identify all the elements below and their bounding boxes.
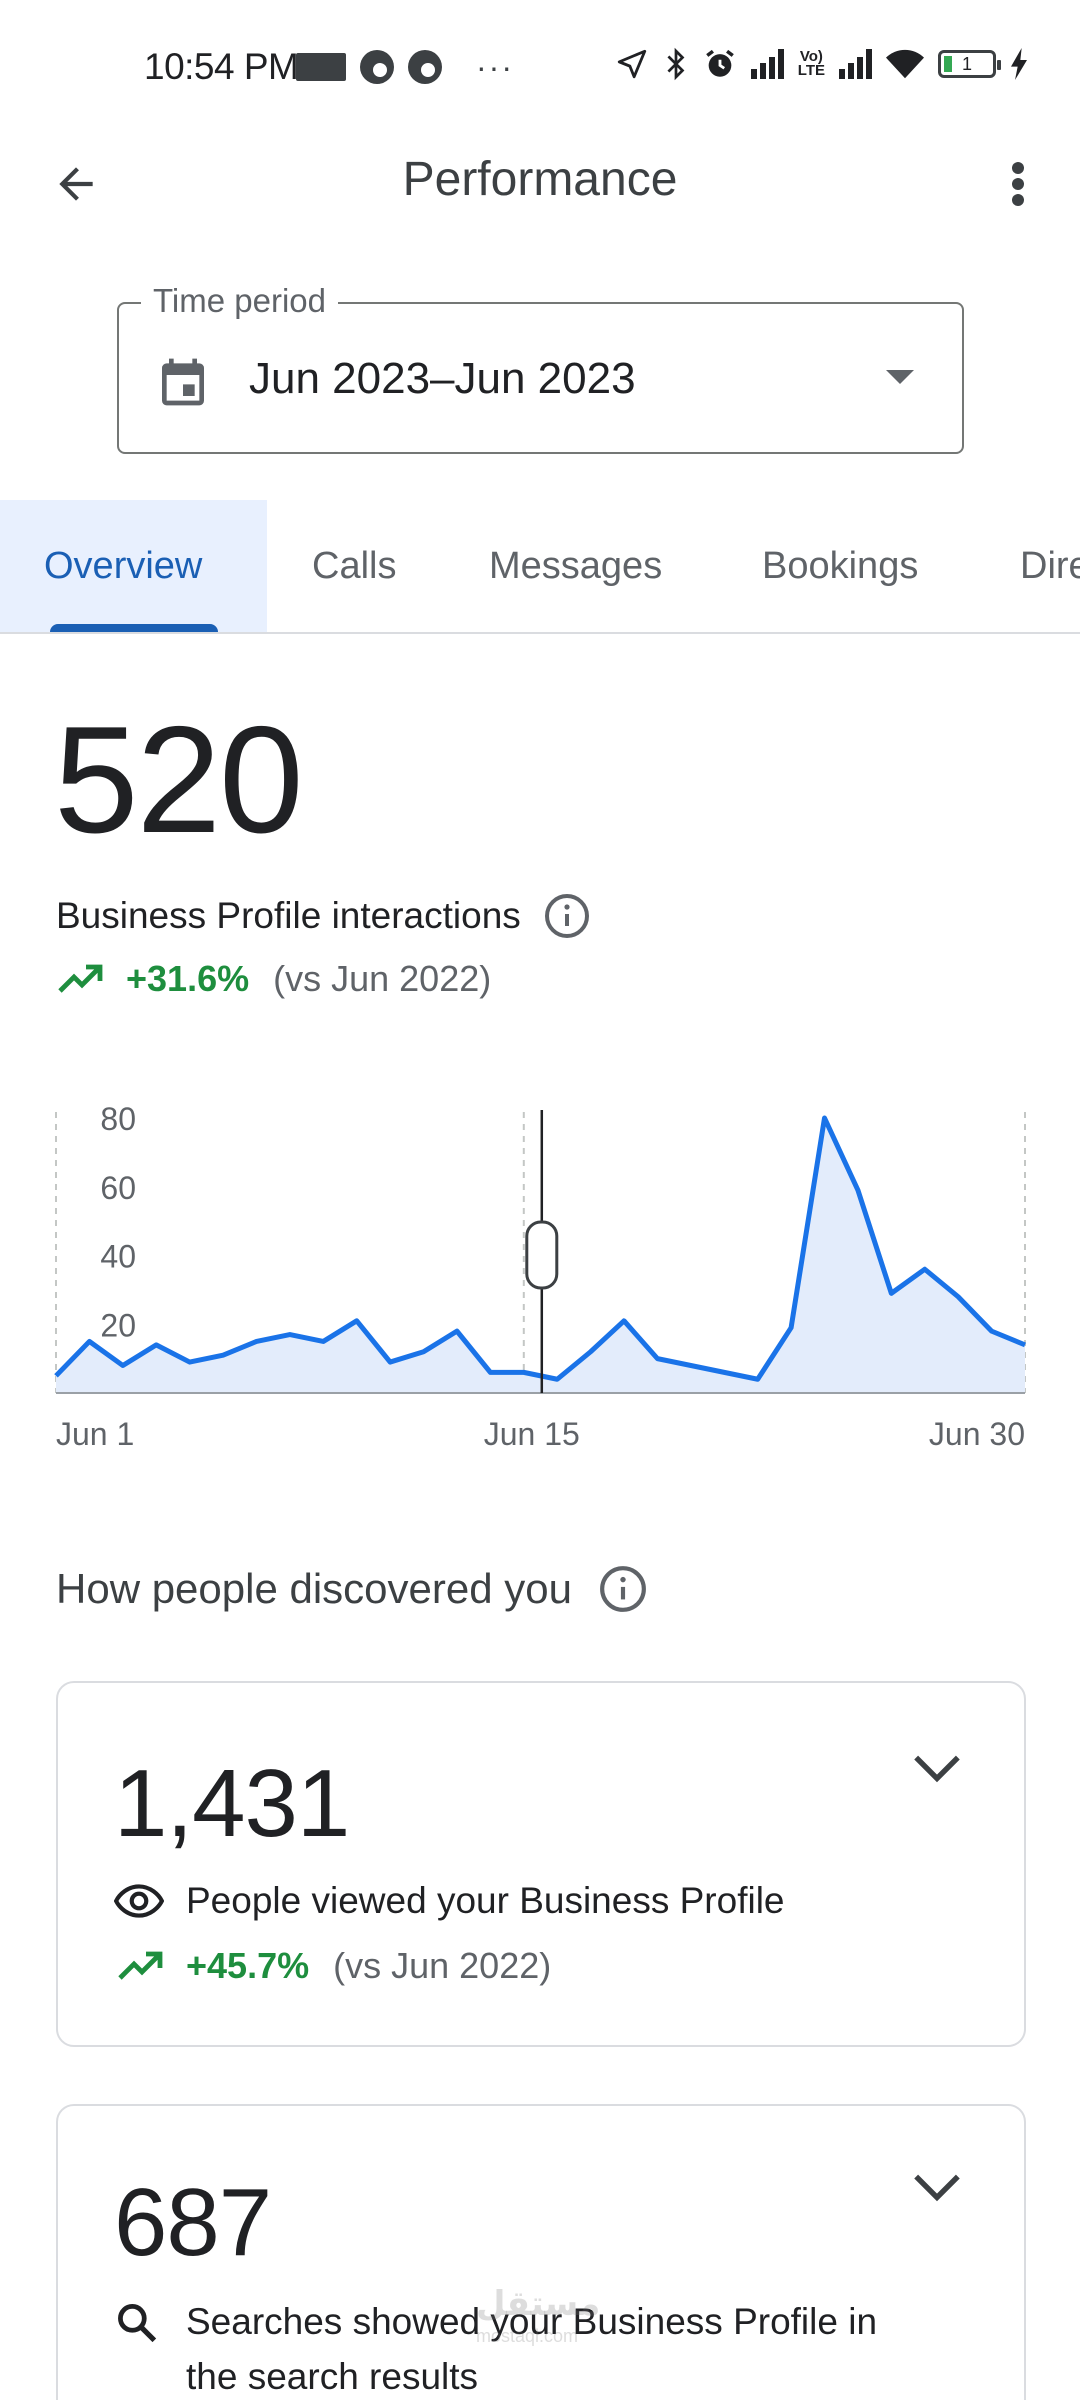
signal-icon-2 [839,49,872,79]
search-appearances-count: 687 [114,2169,272,2276]
tab-overview[interactable]: Overview [0,500,267,632]
charging-icon [1011,48,1027,80]
profile-views-count: 1,431 [114,1750,350,1857]
interactions-chart[interactable]: 20 40 60 80 Jun 1 Jun 15 Jun 30 [0,1080,1080,1480]
expand-chevron-icon[interactable] [912,2170,962,2204]
status-bar: 10:54 PM ··· Vo) LTE 1 [0,0,1080,130]
chrome-notification-icon-2 [408,50,442,84]
watermark-url: mostaql.com [476,2326,579,2346]
profile-views-card[interactable]: 1,431 People viewed your Business Profil… [56,1681,1026,2047]
page-title: Performance [402,153,678,206]
chart-ytick-label: 20 [100,1307,136,1343]
chart-scrubber-handle [525,1220,559,1290]
profile-views-trend: +45.7% (vs Jun 2022) [118,1945,551,1987]
chart-ytick-label: 40 [100,1239,136,1275]
profile-views-label-row: People viewed your Business Profile [114,1873,785,1928]
more-vert-icon [1012,162,1024,206]
calendar-icon [162,358,204,406]
tab-messages[interactable]: Messages [489,500,662,632]
tab-label: Bookings [762,544,919,587]
profile-views-label: People viewed your Business Profile [186,1880,785,1921]
chart-xtick-label: Jun 30 [929,1416,1025,1452]
interactions-label-row: Business Profile interactions [56,892,591,940]
interactions-count: 520 [54,695,304,865]
search-icon [118,2303,157,2342]
eye-icon [114,1883,164,1918]
chart-xtick-label: Jun 15 [484,1416,580,1452]
tab-bar: Overview Calls Messages Bookings Dire [0,500,1080,634]
tab-active-indicator [50,624,218,632]
search-appearances-card[interactable]: 687 Searches showed your Business Profil… [56,2104,1026,2400]
more-options-button[interactable] [986,152,1050,216]
discovery-heading-row: How people discovered you [56,1564,648,1614]
expand-chevron-icon[interactable] [912,1751,962,1785]
time-period-dropdown[interactable]: Time period Jun 2023–Jun 2023 [117,282,964,454]
wifi-icon [886,49,924,79]
alarm-icon [705,49,734,77]
interactions-trend: +31.6% (vs Jun 2022) [58,958,491,1000]
watermark-logo: مستقل [476,2285,601,2323]
info-icon[interactable] [543,892,591,940]
chart-xtick-label: Jun 1 [56,1416,134,1452]
chart-ytick-label: 60 [100,1170,136,1206]
time-period-label: Time period [141,282,339,320]
tab-label: Dire [1020,544,1080,587]
tab-label: Overview [44,544,203,587]
discovery-heading: How people discovered you [56,1565,572,1612]
trend-comparison: (vs Jun 2022) [273,958,492,999]
bluetooth-icon [667,47,685,81]
trending-up-icon [58,964,103,993]
more-notifications-icon: ··· [476,49,514,85]
trending-up-icon [118,1951,163,1980]
trend-percent: +31.6% [126,958,250,999]
status-time: 10:54 PM [144,46,299,87]
info-icon[interactable] [598,1564,648,1614]
interactions-label: Business Profile interactions [56,895,521,936]
signal-icon [750,49,784,79]
tab-bookings[interactable]: Bookings [762,500,918,632]
volte-icon: Vo) LTE [797,48,825,79]
chrome-notification-icon [360,50,394,84]
location-icon [617,49,646,79]
trend-percent: +45.7% [186,1945,310,1986]
battery-icon: 1 [938,50,1001,78]
trend-comparison: (vs Jun 2022) [333,1945,552,1986]
system-icons: Vo) LTE 1 [615,46,1028,82]
tab-directions[interactable]: Dire [1020,500,1080,632]
time-period-value: Jun 2023–Jun 2023 [249,354,636,403]
chart-ytick-label: 80 [100,1101,136,1137]
notification-square-icon [296,53,346,81]
search-appearances-label-line2: the search results [186,2356,479,2397]
dropdown-arrow-icon [886,370,914,384]
tab-calls[interactable]: Calls [312,500,396,632]
app-bar: Performance [0,130,1080,230]
tab-label: Messages [489,544,663,587]
tab-label: Calls [312,544,397,587]
notification-icons: ··· [296,50,514,84]
